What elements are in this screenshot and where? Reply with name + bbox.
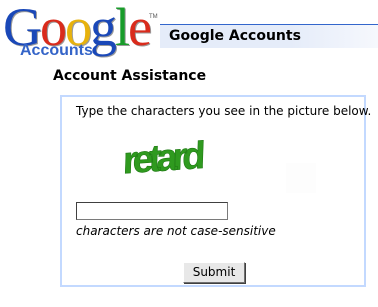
captcha-instructions: Type the characters you see in the pictu… bbox=[76, 104, 372, 118]
header-bar: Google Accounts bbox=[160, 24, 378, 48]
accounts-wordmark: Accounts bbox=[20, 42, 93, 59]
header-title: Google Accounts bbox=[169, 28, 301, 44]
trademark-mark: TM bbox=[149, 14, 158, 20]
logo-letter: e bbox=[128, 0, 152, 57]
page-title: Account Assistance bbox=[53, 68, 207, 84]
captcha-graphic: retard bbox=[122, 134, 204, 183]
captcha-answer-input[interactable] bbox=[76, 202, 228, 220]
captcha-audio-placeholder bbox=[286, 163, 316, 193]
logo-letter: g bbox=[90, 0, 117, 57]
logo-letter: l bbox=[115, 0, 130, 57]
captcha-image: retard bbox=[122, 130, 222, 188]
google-accounts-logo: Google TM Accounts bbox=[3, 0, 158, 68]
captcha-text: retard bbox=[122, 135, 204, 183]
captcha-panel: Type the characters you see in the pictu… bbox=[60, 95, 371, 287]
submit-button[interactable]: Submit bbox=[183, 262, 245, 283]
case-hint: characters are not case-sensitive bbox=[76, 224, 276, 238]
